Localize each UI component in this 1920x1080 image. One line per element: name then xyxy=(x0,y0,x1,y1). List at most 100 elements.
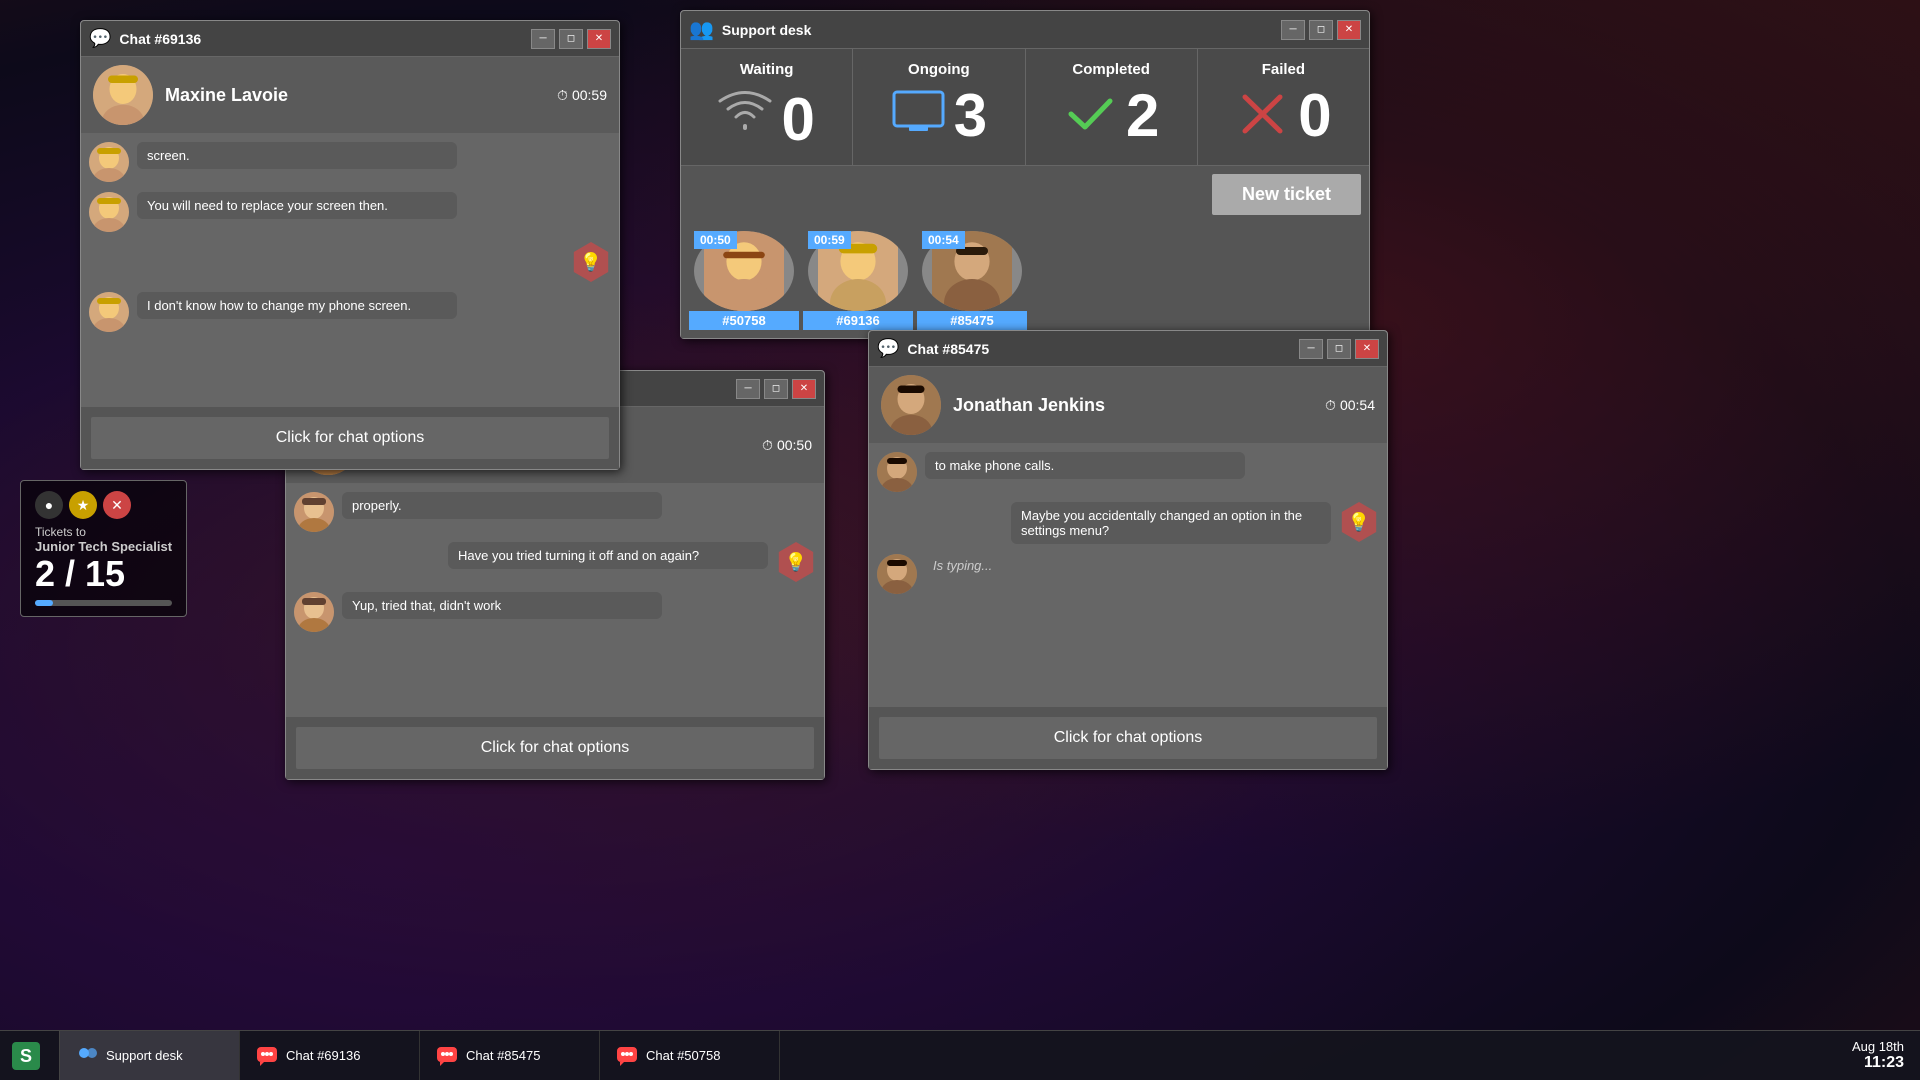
chat-50758-restore[interactable]: ◻ xyxy=(764,379,788,399)
chat-50758-id: #50758 xyxy=(689,311,799,330)
chat-50758-messages: properly. 💡 Have you tried turning it of… xyxy=(286,484,824,716)
clock-time: 11:23 xyxy=(1852,1054,1904,1072)
message-item-agent: 💡 xyxy=(89,242,611,282)
message-item: properly. xyxy=(294,492,816,532)
support-desk-titlebar: 👥 Support desk ─ ◻ ✕ xyxy=(681,11,1369,49)
chat-69136-titlebar: 💬 Chat #69136 ─ ◻ ✕ xyxy=(81,21,619,57)
close-button[interactable]: ✕ xyxy=(1337,20,1361,40)
chat-85475-avatar xyxy=(881,375,941,435)
taskbar-app-icon[interactable]: S xyxy=(0,1031,60,1080)
tickets-progress-fill xyxy=(35,600,53,606)
chat-50758-timer: 00:50 xyxy=(694,231,737,249)
message-item-typing: Is typing... xyxy=(877,554,1379,594)
ticket-ctrl-gold[interactable]: ★ xyxy=(69,491,97,519)
new-ticket-button[interactable]: New ticket xyxy=(1212,174,1361,215)
clock-date: Aug 18th xyxy=(1852,1039,1904,1054)
clock-icon: ⏱ xyxy=(762,437,773,454)
chat-85475-id: #85475 xyxy=(917,311,1027,330)
tickets-widget: ● ★ ✕ Tickets to Junior Tech Specialist … xyxy=(20,480,187,617)
ongoing-count: 3 xyxy=(954,86,987,146)
taskbar-chat-85475[interactable]: Chat #85475 xyxy=(420,1031,600,1080)
chat-85475-minimize[interactable]: ─ xyxy=(1299,339,1323,359)
msg-avatar xyxy=(89,192,129,232)
msg-text: You will need to replace your screen the… xyxy=(137,192,457,219)
chat-thumb-50758[interactable]: 00:50 #50758 xyxy=(689,231,799,330)
ticket-ctrl-red[interactable]: ✕ xyxy=(103,491,131,519)
support-desk-window: 👥 Support desk ─ ◻ ✕ Waiting 0 xyxy=(680,10,1370,339)
taskbar-chat-50758[interactable]: Chat #50758 xyxy=(600,1031,780,1080)
chat-69136-controls: ─ ◻ ✕ xyxy=(531,29,611,49)
chat-69136-footer: Click for chat options xyxy=(81,406,619,469)
message-item: screen. xyxy=(89,142,611,182)
chat-85475-close[interactable]: ✕ xyxy=(1355,339,1379,359)
chat-85475-timer: 00:54 xyxy=(922,231,965,249)
chat-85475-user: Jonathan Jenkins xyxy=(953,395,1313,416)
chat-85475-titlebar: 💬 Chat #85475 ─ ◻ ✕ xyxy=(869,331,1387,367)
msg-avatar xyxy=(294,592,334,632)
support-icon xyxy=(76,1045,98,1067)
message-item-agent: 💡 Have you tried turning it off and on a… xyxy=(294,542,816,582)
chat-50758-minimize[interactable]: ─ xyxy=(736,379,760,399)
tickets-role: Junior Tech Specialist xyxy=(35,539,172,554)
waiting-label: Waiting xyxy=(740,61,794,78)
message-item: to make phone calls. xyxy=(877,452,1379,492)
msg-avatar xyxy=(877,452,917,492)
taskbar-clock: Aug 18th 11:23 xyxy=(1836,1039,1920,1072)
tickets-count: 2 / 15 xyxy=(35,554,172,594)
chat-50758-close[interactable]: ✕ xyxy=(792,379,816,399)
msg-text: Maybe you accidentally changed an option… xyxy=(1011,502,1331,544)
tickets-progress-bar xyxy=(35,600,172,606)
completed-label: Completed xyxy=(1072,61,1150,78)
ticket-ctrl-dark[interactable]: ● xyxy=(35,491,63,519)
agent-icon: 💡 xyxy=(1339,502,1379,542)
taskbar-chat-50758-label: Chat #50758 xyxy=(646,1048,720,1063)
monitor-icon xyxy=(891,89,946,144)
restore-button[interactable]: ◻ xyxy=(1309,20,1333,40)
chat-69136-restore[interactable]: ◻ xyxy=(559,29,583,49)
chat-69136-timer: ⏱ 00:59 xyxy=(557,87,607,104)
chat-69136-header: Maxine Lavoie ⏱ 00:59 xyxy=(81,57,619,134)
completed-count: 2 xyxy=(1126,86,1159,146)
chat-thumb-69136[interactable]: 00:59 #69136 xyxy=(803,231,913,330)
ongoing-label: Ongoing xyxy=(908,61,970,78)
message-item: You will need to replace your screen the… xyxy=(89,192,611,232)
stat-failed: Failed 0 xyxy=(1198,49,1369,165)
chat-thumb-85475[interactable]: 00:54 #85475 xyxy=(917,231,1027,330)
chat-options-button[interactable]: Click for chat options xyxy=(91,417,609,459)
chat-69136-window: 💬 Chat #69136 ─ ◻ ✕ Maxine Lavoie ⏱ 00:5… xyxy=(80,20,620,470)
taskbar-support-desk[interactable]: Support desk xyxy=(60,1031,240,1080)
chat-85475-restore[interactable]: ◻ xyxy=(1327,339,1351,359)
chat-69136-user: Maxine Lavoie xyxy=(165,85,545,106)
chat-85475-footer: Click for chat options xyxy=(869,706,1387,769)
wifi-icon xyxy=(718,86,773,153)
chat-69136-minimize[interactable]: ─ xyxy=(531,29,555,49)
msg-avatar xyxy=(89,142,129,182)
new-ticket-row: New ticket xyxy=(681,166,1369,223)
chat-69136-icon: 💬 xyxy=(89,28,111,49)
chat-icon xyxy=(436,1046,458,1066)
msg-text: to make phone calls. xyxy=(925,452,1245,479)
minimize-button[interactable]: ─ xyxy=(1281,20,1305,40)
chat-69136-timer: 00:59 xyxy=(808,231,851,249)
chat-50758-timer-display: ⏱ 00:50 xyxy=(762,437,812,454)
chat-85475-controls: ─ ◻ ✕ xyxy=(1299,339,1379,359)
checkmark-icon xyxy=(1063,89,1118,144)
chat-icon xyxy=(256,1046,278,1066)
stat-completed: Completed 2 xyxy=(1026,49,1198,165)
taskbar: S Support desk Chat #69136 Chat #85475 xyxy=(0,1030,1920,1080)
chat-85475-icon: 💬 xyxy=(877,338,899,359)
window-controls: ─ ◻ ✕ xyxy=(1281,20,1361,40)
typing-text: Is typing... xyxy=(925,554,1000,577)
chat-options-button-50758[interactable]: Click for chat options xyxy=(296,727,814,769)
chat-69136-id: #69136 xyxy=(803,311,913,330)
failed-label: Failed xyxy=(1262,61,1305,78)
chat-options-button-85475[interactable]: Click for chat options xyxy=(879,717,1377,759)
msg-text: Yup, tried that, didn't work xyxy=(342,592,662,619)
chat-icon xyxy=(616,1046,638,1066)
chat-69136-close[interactable]: ✕ xyxy=(587,29,611,49)
chat-85475-window: 💬 Chat #85475 ─ ◻ ✕ Jonathan Jenkins ⏱ 0… xyxy=(868,330,1388,770)
taskbar-chat-69136[interactable]: Chat #69136 xyxy=(240,1031,420,1080)
msg-text: I don't know how to change my phone scre… xyxy=(137,292,457,319)
message-item-agent: 💡 Maybe you accidentally changed an opti… xyxy=(877,502,1379,544)
stat-waiting: Waiting 0 xyxy=(681,49,853,165)
